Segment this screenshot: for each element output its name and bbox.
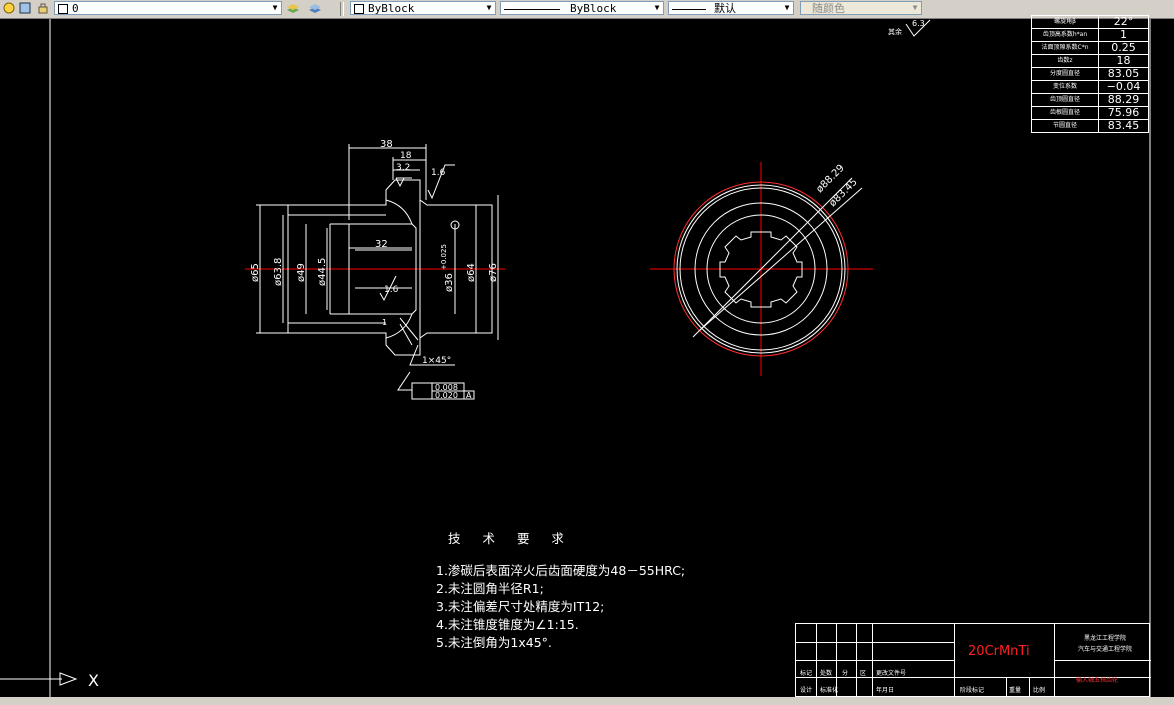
layer-previous-icon[interactable] (308, 1, 322, 15)
chevron-down-icon: ▼ (654, 3, 660, 12)
table-row: 法面顶隙系数C*n 0.25 (1031, 41, 1149, 55)
chevron-down-icon: ▼ (486, 3, 492, 12)
chevron-down-icon: ▼ (272, 3, 278, 12)
tb-row1-cell: 更改文件号 (876, 670, 907, 677)
plotstyle-dropdown: 随颜色 ▼ (800, 1, 922, 15)
layer-freeze-icon[interactable] (18, 1, 32, 15)
tech-requirement-line: 3.未注偏差尺寸处精度为IT12; (436, 599, 605, 614)
layout-tabs-strip[interactable] (0, 697, 1174, 705)
ucs-x-label: X (88, 671, 99, 690)
dim-1-6-top: 1.6 (431, 168, 446, 178)
tb-row1-cell: 处数 (820, 670, 833, 677)
dim-d76: ø76 (488, 263, 499, 282)
chevron-down-icon: ▼ (912, 3, 918, 12)
color-value: ByBlock (368, 2, 415, 15)
weight-label: 重量 (1009, 687, 1022, 694)
scale-label: 比例 (1033, 687, 1046, 694)
linetype-sample (504, 8, 560, 10)
tech-requirements-title: 技 术 要 求 (448, 531, 573, 546)
table-row: 齿数z 18 (1031, 54, 1149, 68)
dim-18: 18 (400, 151, 412, 161)
linetype-dropdown[interactable]: ByBlock ▼ (500, 1, 664, 15)
dim-d64: ø64 (466, 263, 477, 282)
chevron-down-icon: ▼ (784, 3, 790, 12)
linetype-value: ByBlock (570, 2, 617, 15)
tb-row1-cell: 区 (860, 670, 867, 677)
material-label: 20CrMnTi (968, 644, 1030, 659)
roughness-other-label: 其余 (888, 27, 902, 36)
layer-value: 0 (72, 2, 79, 15)
layer-lock-icon[interactable] (36, 1, 50, 15)
part-name: 输入轴五挡齿轮 (1076, 677, 1119, 684)
lineweight-value: 默认 (714, 2, 736, 15)
tb-row1-cell: 分 (842, 670, 849, 677)
lineweight-dropdown[interactable]: 默认 ▼ (668, 1, 794, 15)
tb-row2-cell: 标准化 (820, 687, 839, 694)
properties-toolbar: 0 ▼ ByBlock ▼ ByBlock ▼ 默认 ▼ 随颜色 ▼ (0, 0, 1174, 19)
chamfer-label: 1×45° (422, 356, 451, 366)
roughness-value: 6.3 (912, 19, 925, 28)
lineweight-sample (672, 8, 706, 10)
gear-parameter-table: 螺旋角β 22° 齿顶高系数h*an 1 法面顶隙系数C*n 0.25 齿数z 18 分… (1031, 15, 1149, 133)
dim-1-6-bore: 1.6 (384, 285, 399, 295)
gtol-value-2: 0.020 (435, 391, 458, 400)
dim-32: 32 (375, 239, 388, 250)
dim-d36: ø36 (444, 273, 455, 292)
gtol-datum: A (466, 391, 472, 400)
tech-requirement-line: 1.渗碳后表面淬火后齿面硬度为48－55HRC; (436, 563, 686, 578)
color-swatch (354, 4, 364, 14)
dim-d63-8: ø63.8 (273, 258, 284, 286)
table-row: 齿顶圆直径 88.29 (1031, 93, 1149, 107)
dim-38: 38 (380, 139, 393, 150)
table-row: 齿顶高系数h*an 1 (1031, 28, 1149, 42)
tech-requirement-line: 5.未注倒角为1x45°. (436, 635, 552, 650)
dim-d65: ø65 (250, 263, 261, 282)
table-row: 螺旋角β 22° (1031, 15, 1149, 29)
dim-1: 1 (382, 318, 387, 327)
table-row: 节圆直径 83.45 (1031, 119, 1149, 133)
dim-3-2: 3.2 (396, 163, 410, 173)
layer-on-icon[interactable] (2, 1, 16, 15)
school-name: 黑龙江工程学院 (1084, 635, 1127, 642)
dim-tolerance: +0.025 (440, 244, 448, 270)
table-row: 分度圆直径 83.05 (1031, 67, 1149, 81)
dept-name: 汽车与交通工程学院 (1078, 646, 1133, 653)
toolbar-separator (340, 2, 344, 16)
tech-requirement-line: 4.未注锥度锥度为∠1:15. (436, 617, 579, 632)
table-row: 齿根圆直径 75.96 (1031, 106, 1149, 120)
dim-d49: ø49 (296, 263, 307, 282)
plotstyle-value: 随颜色 (812, 2, 845, 15)
tb-row2-cell: 设计 (800, 687, 813, 694)
tech-requirement-line: 2.未注圆角半径R1; (436, 581, 544, 596)
layer-color-swatch (58, 4, 68, 14)
make-layer-current-icon[interactable] (286, 1, 300, 15)
dim-d44-5: ø44.5 (317, 258, 328, 286)
tb-row1-cell: 标记 (800, 670, 813, 677)
color-dropdown[interactable]: ByBlock ▼ (350, 1, 496, 15)
title-block: 标记 处数 分 区 更改文件号 设计 标准化 年月日 20CrMnTi 黑龙江工… (795, 623, 1151, 698)
layer-dropdown[interactable]: 0 ▼ (54, 1, 282, 15)
technical-requirements: 技 术 要 求 1.渗碳后表面淬火后齿面硬度为48－55HRC; 2.未注圆角半… (436, 528, 685, 651)
stage-mark-label: 阶段标记 (960, 687, 985, 694)
tb-row2-cell: 年月日 (876, 687, 895, 694)
table-row: 变位系数 −0.04 (1031, 80, 1149, 94)
